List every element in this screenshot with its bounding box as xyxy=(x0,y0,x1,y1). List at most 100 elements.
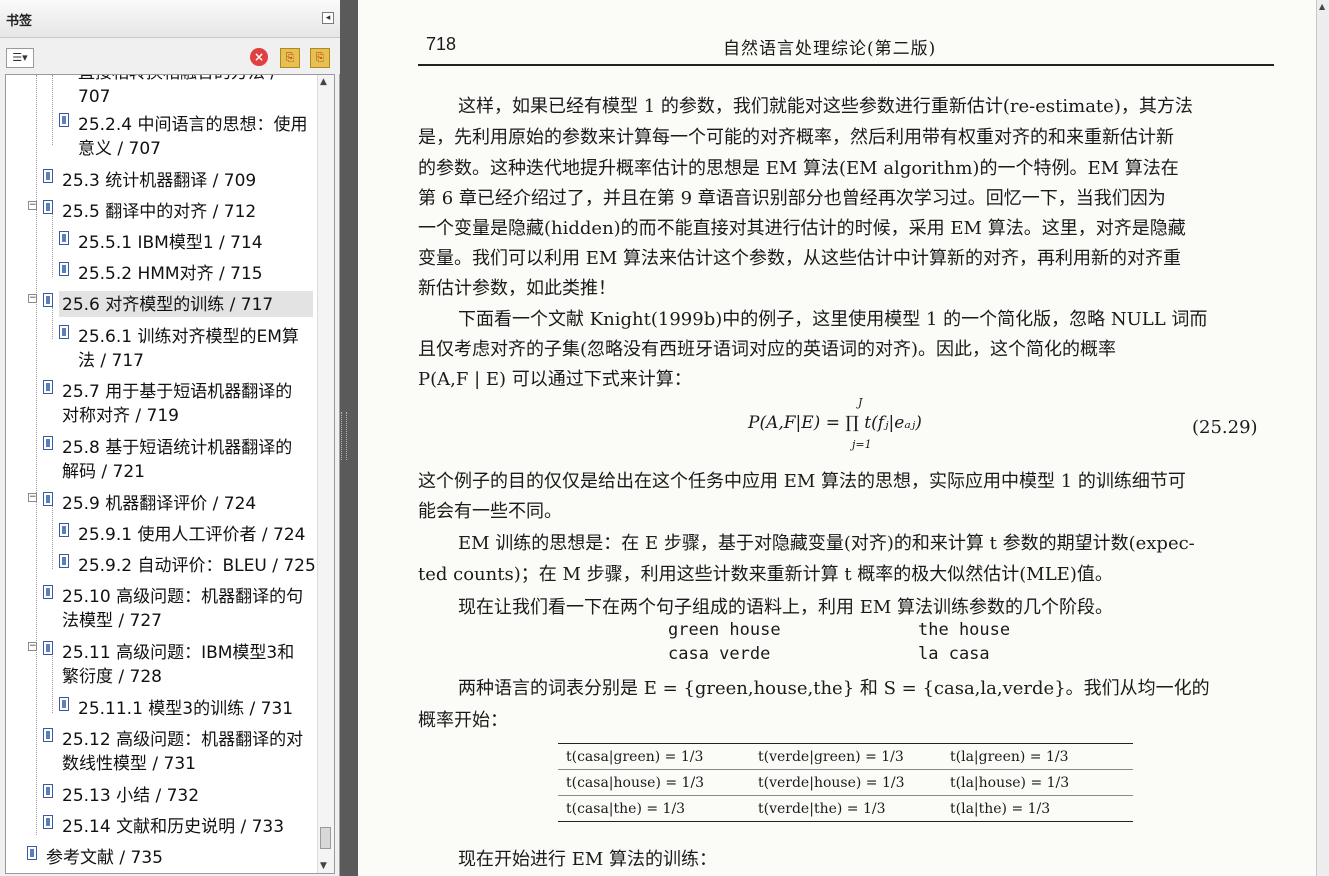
para1-line: 一个变量是隐藏(hidden)的而不能直接对其进行估计的时候，采用 EM 算法。… xyxy=(418,218,1186,239)
bookmark-item-selected[interactable]: 25.6 对齐模型的训练 / 717 xyxy=(62,293,273,317)
collapse-toggle-icon[interactable]: − xyxy=(28,294,37,303)
bookmark-item[interactable]: 参考文献 / 735 xyxy=(46,846,163,870)
bookmark-item[interactable]: 25.3 统计机器翻译 / 709 xyxy=(62,169,256,193)
bookmarks-toolbar: ☰▾ × ⎘ ⎘ xyxy=(0,38,340,74)
bookmark-item[interactable]: 25.11 高级问题：IBM模型3和 繁衍度 / 728 xyxy=(62,641,294,689)
bookmark-item[interactable]: 25.13 小结 / 732 xyxy=(62,784,199,808)
scroll-up-icon[interactable]: ▲ xyxy=(320,77,327,87)
para7-line: 现在开始进行 EM 算法的训练： xyxy=(458,849,718,870)
bookmark-item[interactable]: 25.5.2 HMM对齐 / 715 xyxy=(78,262,263,286)
bookmark-icon xyxy=(43,169,53,183)
bookmark-icon xyxy=(43,641,53,655)
bookmark-icon xyxy=(43,200,53,214)
bookmark-item[interactable]: 25.8 基于短语统计机器翻译的 解码 / 721 xyxy=(62,436,292,484)
tree-line xyxy=(52,653,53,713)
bookmark-label: 25.5.2 HMM对齐 / 715 xyxy=(78,264,263,284)
bookmark-label: 对称对齐 / 719 xyxy=(62,406,179,426)
splitter-grip-icon[interactable] xyxy=(341,412,347,460)
new-bookmark-icon[interactable]: ⎘ xyxy=(280,48,300,68)
bookmark-item[interactable]: 25.5 翻译中的对齐 / 712 xyxy=(62,200,256,224)
bookmark-item[interactable]: 25.2.4 中间语言的思想：使用 意义 / 707 xyxy=(78,113,307,161)
bookmark-item[interactable]: 25.11.1 模型3的训练 / 731 xyxy=(78,697,293,721)
bookmark-icon xyxy=(43,728,53,742)
bookmark-item[interactable]: 25.14 文献和历史说明 / 733 xyxy=(62,815,284,839)
page-number: 718 xyxy=(426,34,457,54)
para2-line: 且仅考虑对齐的子集(忽略没有西班牙语词对应的英语词的对齐)。因此，这个简化的概率 xyxy=(418,339,1117,360)
bookmark-item[interactable]: 25.9.1 使用人工评价者 / 724 xyxy=(78,523,305,547)
bookmark-label: 25.5 翻译中的对齐 / 712 xyxy=(62,202,257,222)
table-cell: t(verde|house) = 1/3 xyxy=(758,775,905,791)
collapse-toggle-icon[interactable]: − xyxy=(28,201,37,210)
bookmark-tree: 直接相转换相融合的方法 / 707 25.2.4 中间语言的思想：使用 意义 /… xyxy=(5,74,335,874)
bookmark-label: 25.13 小结 / 732 xyxy=(62,786,200,806)
tree-line xyxy=(52,213,53,277)
bookmark-label: 25.14 文献和历史说明 / 733 xyxy=(62,817,285,837)
bookmark-label: 25.6 对齐模型的训练 / 717 xyxy=(62,295,274,315)
table-cell: t(la|green) = 1/3 xyxy=(950,749,1069,765)
para2-line: 下面看一个文献 Knight(1999b)中的例子，这里使用模型 1 的一个简化… xyxy=(458,309,1208,330)
corpus-en-2: the house xyxy=(918,620,1011,640)
table-rule xyxy=(558,743,1133,744)
bookmark-icon xyxy=(59,523,69,537)
scroll-down-icon[interactable]: ▼ xyxy=(320,861,327,871)
options-menu-button[interactable]: ☰▾ xyxy=(6,48,34,68)
bookmark-item[interactable]: 25.10 高级问题：机器翻译的句 法模型 / 727 xyxy=(62,585,303,633)
bookmark-item[interactable]: 25.12 高级问题：机器翻译的对 数线性模型 / 731 xyxy=(62,728,303,776)
table-cell: t(casa|house) = 1/3 xyxy=(566,775,705,791)
bookmark-icon xyxy=(59,697,69,711)
collapse-panel-icon[interactable]: ◂ xyxy=(322,12,334,24)
bookmark-label: 25.5.1 IBM模型1 / 714 xyxy=(78,233,263,253)
corpus-en-1: green house xyxy=(668,620,781,640)
bookmark-item[interactable]: 25.9 机器翻译评价 / 724 xyxy=(62,492,256,516)
bookmark-label: 法 / 717 xyxy=(78,351,144,371)
bookmark-item[interactable]: 25.7 用于基于短语机器翻译的 对称对齐 / 719 xyxy=(62,380,292,428)
para6-line: 两种语言的词表分别是 E = {green,house,the} 和 S = {… xyxy=(458,678,1210,699)
bookmark-label: 意义 / 707 xyxy=(78,139,161,159)
para2-line: P(A,F | E) 可以通过下式来计算： xyxy=(418,369,692,390)
bookmark-item[interactable]: 直接相转换相融合的方法 / 707 xyxy=(78,75,276,109)
bookmark-icon xyxy=(59,262,69,276)
equation-lower-limit: j=1 xyxy=(852,438,872,451)
bookmark-item[interactable]: 25.9.2 自动评价：BLEU / 725 xyxy=(78,554,316,578)
table-cell: t(casa|the) = 1/3 xyxy=(566,801,686,817)
collapse-toggle-icon[interactable]: − xyxy=(28,642,37,651)
bookmark-item[interactable]: 25.5.1 IBM模型1 / 714 xyxy=(78,231,263,255)
table-rule xyxy=(558,821,1133,822)
bookmark-icon xyxy=(43,380,53,394)
tree-line xyxy=(52,505,53,569)
scroll-up-icon[interactable]: ▲ xyxy=(1319,2,1325,11)
tree-line xyxy=(52,307,53,339)
collapse-toggle-icon[interactable]: − xyxy=(28,493,37,502)
bookmark-icon xyxy=(59,113,69,127)
bookmarks-scrollbar[interactable]: ▲ ▼ xyxy=(317,75,334,873)
bookmark-icon xyxy=(43,436,53,450)
bookmark-label: 25.7 用于基于短语机器翻译的 xyxy=(62,382,293,402)
page-scrollbar[interactable]: ▲ xyxy=(1316,0,1329,876)
running-head: 自然语言处理综论(第二版) xyxy=(723,39,937,59)
expand-bookmark-icon[interactable]: ⎘ xyxy=(310,48,330,68)
para4-line: ted counts)；在 M 步骤，利用这些计数来重新计算 t 概率的极大似然… xyxy=(418,564,1113,585)
bookmark-icon xyxy=(43,585,53,599)
bookmark-label: 25.3 统计机器翻译 / 709 xyxy=(62,171,257,191)
bookmark-icon xyxy=(43,293,53,307)
bookmarks-header: 书签 ◂ xyxy=(0,0,340,38)
bookmark-label: 25.9 机器翻译评价 / 724 xyxy=(62,494,257,514)
equation: P(A,F|E) = ∏ t(fⱼ|eₐⱼ) xyxy=(748,413,922,433)
bookmark-icon xyxy=(59,231,69,245)
equation-number: (25.29) xyxy=(1192,417,1258,438)
bookmark-icon xyxy=(43,492,53,506)
header-rule xyxy=(418,64,1274,66)
bookmark-label: 25.9.1 使用人工评价者 / 724 xyxy=(78,525,306,545)
table-cell: t(casa|green) = 1/3 xyxy=(566,749,704,765)
bookmark-label: 707 xyxy=(78,87,111,107)
para1-line: 的参数。这种迭代地提升概率估计的思想是 EM 算法(EM algorithm)的… xyxy=(418,158,1179,179)
bookmark-item[interactable]: 25.6.1 训练对齐模型的EM算 法 / 717 xyxy=(78,325,299,373)
bookmark-label: 参考文献 / 735 xyxy=(46,848,163,868)
bookmark-label: 繁衍度 / 728 xyxy=(62,667,162,687)
bookmark-label: 25.9.2 自动评价：BLEU / 725 xyxy=(78,556,316,576)
table-cell: t(la|the) = 1/3 xyxy=(950,801,1051,817)
bookmark-label: 25.10 高级问题：机器翻译的句 xyxy=(62,587,304,607)
delete-bookmark-icon[interactable]: × xyxy=(250,48,268,66)
scrollbar-thumb[interactable] xyxy=(320,827,331,849)
bookmark-label: 直接相转换相融合的方法 / xyxy=(78,75,276,85)
